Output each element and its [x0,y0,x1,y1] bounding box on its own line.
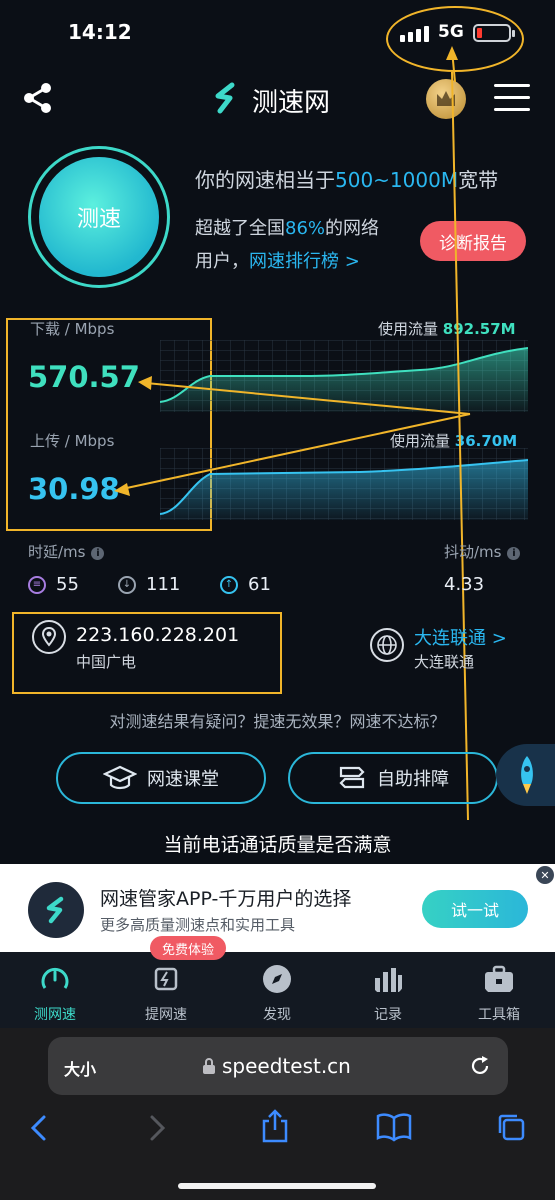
lock-icon [203,1058,215,1074]
ad-title: 网速管家APP-千万用户的选择 [100,888,352,910]
server-globe-icon [370,628,404,662]
forward-icon[interactable] [146,1114,168,1142]
latency-label: 时延/ms i [28,541,105,562]
download-latency-icon: ↓ [118,575,136,594]
server-link[interactable]: 大连联通 > [414,624,507,650]
ad-banner[interactable]: 网速管家APP-千万用户的选择 更多高质量测速点和实用工具 试一试 ✕ [0,864,555,952]
reload-icon[interactable] [468,1054,492,1078]
jitter-label: 抖动/ms i [444,541,521,562]
latency-info-icon: i [91,547,105,560]
server-name: 大连联通 [414,653,475,671]
latency-idle: ≡ 55 [28,574,79,595]
rocket-float-button[interactable] [496,744,555,806]
text-size-button[interactable]: 大小 [64,1056,96,1080]
jitter-info-icon: i [507,547,521,560]
tab-records[interactable]: 记录 [338,962,438,1024]
share-sheet-icon[interactable] [260,1108,290,1144]
toolbox-icon [485,965,513,992]
bar-records-icon [375,968,402,992]
call-quality-survey[interactable]: 当前电话通话质量是否满意 [0,830,555,857]
signpost-icon [339,766,365,789]
latency-upload: ↑ 61 [220,574,271,595]
free-trial-badge: 免费体验 [150,936,226,960]
classroom-button[interactable]: 网速课堂 [56,752,266,804]
isp-name: 中国广电 [76,653,137,671]
ad-try-button[interactable]: 试一试 [422,890,528,928]
ad-subtitle: 更多高质量测速点和实用工具 [100,916,296,934]
compass-icon [263,965,291,993]
ad-app-logo-icon [28,882,84,938]
tabs-icon[interactable] [496,1112,526,1142]
ad-close-icon[interactable]: ✕ [536,866,554,884]
idle-latency-icon: ≡ [28,575,46,594]
troubleshoot-button[interactable]: 自助排障 [288,752,498,804]
bottom-tab-bar: 测网速 提网速 发现 记录 工具箱 [0,952,555,1028]
tab-toolbox[interactable]: 工具箱 [449,962,549,1024]
tab-discover[interactable]: 发现 [227,962,327,1024]
bookmarks-icon[interactable] [376,1112,412,1142]
back-icon[interactable] [28,1114,50,1142]
ip-address: 223.160.228.201 [76,624,240,646]
home-indicator [178,1183,376,1189]
graduation-cap-icon [103,765,137,790]
rocket-icon [521,756,533,794]
tab-speed-test[interactable]: 测网速 [5,962,105,1024]
url-text[interactable]: speedtest.cn [222,1054,351,1078]
speedometer-icon [41,967,69,989]
chip-icon [154,967,178,991]
jitter-value: 4.33 [444,574,485,595]
upload-latency-icon: ↑ [220,575,238,594]
feedback-question[interactable]: 对测速结果有疑问？提速无效果？网速不达标？ [0,708,555,732]
latency-download: ↓ 111 [118,574,180,595]
location-pin-icon [32,620,66,654]
tab-boost[interactable]: 提网速 [116,962,216,1024]
